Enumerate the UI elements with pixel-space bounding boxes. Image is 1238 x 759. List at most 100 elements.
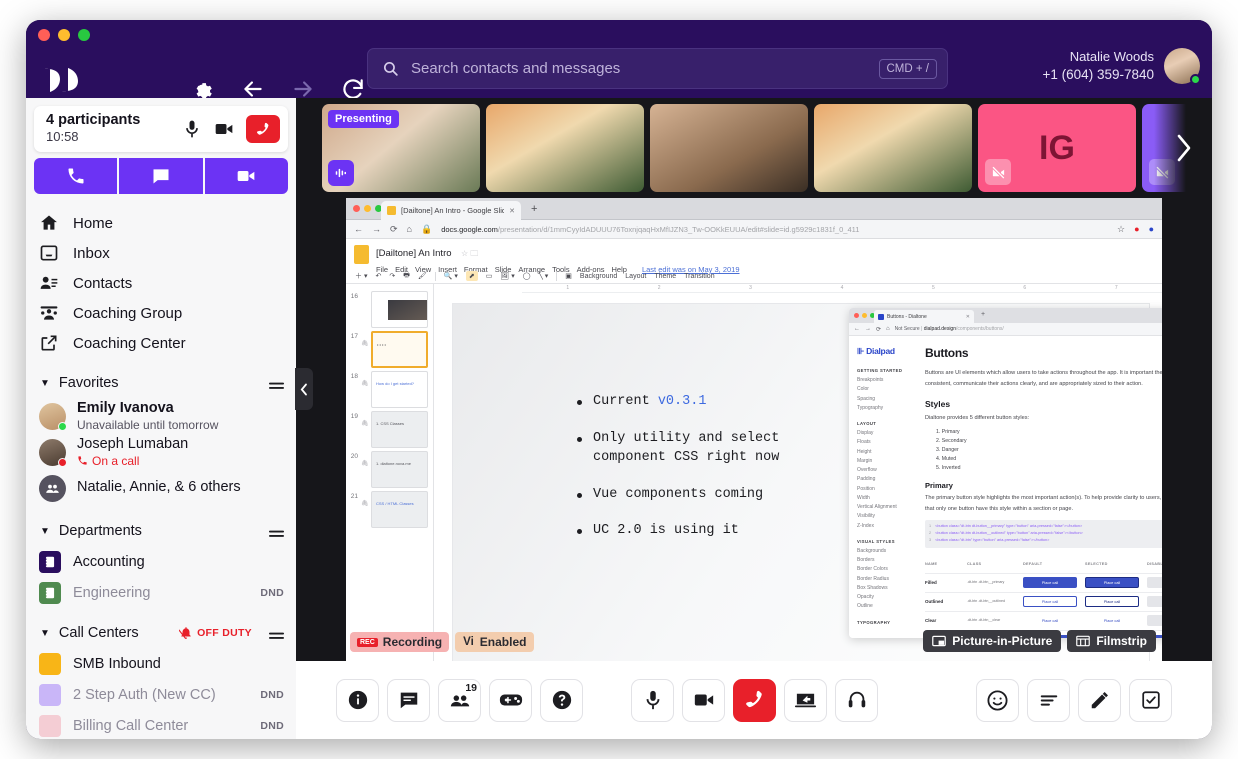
active-call-card[interactable]: 4 participants 10:58	[34, 106, 288, 152]
drag-handle-icon[interactable]	[269, 526, 284, 536]
redo-icon[interactable]: ↷	[389, 272, 395, 280]
thumbnail-preview[interactable]: CSS / HTML Classes	[371, 491, 428, 528]
departments-section-header[interactable]: ▼ Departments	[26, 516, 296, 546]
back-icon[interactable]: ←	[354, 224, 363, 234]
participant-tile[interactable]: Presenting	[322, 104, 480, 192]
slide-thumbnail-panel[interactable]: 16 17 🖇 • • • • 18 🖇 How do	[346, 284, 434, 661]
avatar[interactable]	[1164, 48, 1200, 84]
current-slide[interactable]: Current v0.3.1 Only utility and select c…	[452, 303, 1150, 661]
favorite-joseph-lumaban[interactable]: Joseph Lumaban On a call	[26, 434, 296, 470]
call-center-2-step-auth[interactable]: 2 Step Auth (New CC) DND	[26, 679, 296, 710]
chevron-down-icon[interactable]: ▼	[40, 526, 50, 537]
textbox-icon[interactable]: ▭	[486, 272, 493, 280]
select-tool-icon[interactable]: ⬈	[466, 271, 478, 281]
thumbnail-row[interactable]: 18 🖇 How do I get started?	[346, 368, 433, 408]
address-bar[interactable]: docs.google.com/presentation/d/1mmCyyIdA…	[441, 225, 1108, 234]
mute-button[interactable]	[631, 679, 674, 722]
sidebar-item-coaching-center[interactable]: Coaching Center	[26, 328, 296, 358]
quick-video-button[interactable]	[205, 158, 288, 194]
theme-button[interactable]: Theme	[654, 273, 676, 280]
home-icon[interactable]: ⌂	[407, 224, 412, 234]
thumbnail-preview[interactable]	[371, 291, 428, 328]
new-tab-button[interactable]: +	[531, 203, 537, 215]
layout-button[interactable]: Layout	[625, 273, 646, 280]
thumbnail-preview[interactable]: How do I get started?	[371, 371, 428, 408]
bookmark-star-icon[interactable]: ☆	[1117, 224, 1125, 235]
favorite-group[interactable]: Natalie, Annie, & 6 others	[26, 470, 296, 506]
quick-call-button[interactable]	[34, 158, 117, 194]
participants-button[interactable]: 19	[438, 679, 481, 722]
notes-button[interactable]	[1078, 679, 1121, 722]
call-card-hangup-button[interactable]	[246, 115, 280, 143]
thumbnail-row[interactable]: 20 🖇 1. dialtone.nova.me	[346, 448, 433, 488]
drag-handle-icon[interactable]	[269, 628, 284, 638]
department-accounting[interactable]: Accounting	[26, 546, 296, 577]
off-duty-badge[interactable]: OFF DUTY	[179, 626, 252, 640]
filmstrip-button[interactable]: Filmstrip	[1067, 630, 1156, 652]
participant-tile[interactable]	[814, 104, 972, 192]
maximize-window-button[interactable]	[78, 29, 90, 41]
thumbnail-preview-current[interactable]: • • • •	[371, 331, 428, 368]
browser-tab[interactable]: [Dailtone] An Intro - Google Slid ✕	[381, 201, 521, 220]
image-icon[interactable]: 🖼 ▾	[500, 272, 514, 280]
call-center-billing[interactable]: Billing Call Center DND	[26, 710, 296, 739]
participant-tile[interactable]	[650, 104, 808, 192]
sidebar-collapse-handle[interactable]	[295, 368, 313, 410]
quick-message-button[interactable]	[119, 158, 202, 194]
help-button[interactable]	[540, 679, 583, 722]
user-profile[interactable]: Natalie Woods +1 (604) 359-7840	[1043, 48, 1200, 84]
drag-handle-icon[interactable]	[269, 378, 284, 388]
chat-button[interactable]	[387, 679, 430, 722]
paint-format-icon[interactable]: 🖌	[418, 272, 427, 280]
thumbnail-row[interactable]: 21 🖇 CSS / HTML Classes	[346, 488, 433, 528]
shared-screen[interactable]: [Dailtone] An Intro - Google Slid ✕ + ← …	[346, 198, 1162, 661]
minimize-window-button[interactable]	[58, 29, 70, 41]
participant-tile[interactable]	[486, 104, 644, 192]
print-icon[interactable]: 🖶	[403, 271, 410, 282]
dialpad-button[interactable]	[489, 679, 532, 722]
undo-icon[interactable]: ↶	[375, 272, 381, 280]
share-screen-button[interactable]	[784, 679, 827, 722]
chevron-down-icon[interactable]: ▼	[40, 378, 50, 389]
close-window-button[interactable]	[38, 29, 50, 41]
comment-icon[interactable]: ▣	[565, 272, 572, 280]
thumbnail-row-selected[interactable]: 17 🖇 • • • •	[346, 328, 433, 368]
call-center-smb-inbound[interactable]: SMB Inbound	[26, 648, 296, 679]
sidebar-item-coaching-group[interactable]: Coaching Group	[26, 298, 296, 328]
picture-in-picture-button[interactable]: Picture-in-Picture	[923, 630, 1061, 652]
background-button[interactable]: Background	[580, 273, 617, 280]
close-tab-icon[interactable]: ✕	[509, 207, 515, 215]
shape-icon[interactable]: ◯	[523, 272, 531, 280]
chevron-down-icon[interactable]: ▼	[40, 628, 50, 639]
hangup-button[interactable]	[733, 679, 776, 722]
slide-canvas-area[interactable]: 1 2 3 4 5 6 7 Current v0.3.1	[434, 284, 1162, 661]
reaction-button[interactable]	[976, 679, 1019, 722]
tasks-button[interactable]	[1129, 679, 1172, 722]
department-engineering[interactable]: Engineering DND	[26, 577, 296, 608]
forward-icon[interactable]: →	[372, 224, 381, 234]
zoom-icon[interactable]: 🔍 ▾	[444, 272, 458, 280]
profile-icon[interactable]: ●	[1149, 224, 1154, 234]
sidebar-item-inbox[interactable]: Inbox	[26, 238, 296, 268]
headset-button[interactable]	[835, 679, 878, 722]
reload-icon[interactable]: ⟳	[390, 224, 398, 235]
participant-tile-ig[interactable]: IG	[978, 104, 1136, 192]
call-card-video-icon[interactable]	[214, 119, 234, 139]
thumbnail-preview[interactable]: 1. dialtone.nova.me	[371, 451, 428, 488]
thumbnail-row[interactable]: 19 🖇 1. CSS Classes	[346, 408, 433, 448]
favorite-emily-ivanova[interactable]: Emily Ivanova Unavailable until tomorrow	[26, 398, 296, 434]
add-slide-icon[interactable]: ＋ ▾	[355, 271, 367, 281]
extension-icon[interactable]: ●	[1134, 224, 1139, 234]
transition-button[interactable]: Transition	[684, 273, 714, 280]
search-bar[interactable]: Search contacts and messages CMD + /	[367, 48, 948, 89]
thumbnail-preview[interactable]: 1. CSS Classes	[371, 411, 428, 448]
filmstrip-next-button[interactable]	[1154, 104, 1212, 192]
call-centers-section-header[interactable]: ▼ Call Centers OFF DUTY	[26, 618, 296, 648]
call-card-mic-icon[interactable]	[182, 119, 202, 139]
sidebar-item-contacts[interactable]: Contacts	[26, 268, 296, 298]
favorites-section-header[interactable]: ▼ Favorites	[26, 368, 296, 398]
line-icon[interactable]: ╲ ▾	[539, 272, 549, 280]
video-button[interactable]	[682, 679, 725, 722]
star-icon[interactable]: ☆ 🗀	[461, 249, 478, 258]
thumbnail-row[interactable]: 16	[346, 288, 433, 328]
